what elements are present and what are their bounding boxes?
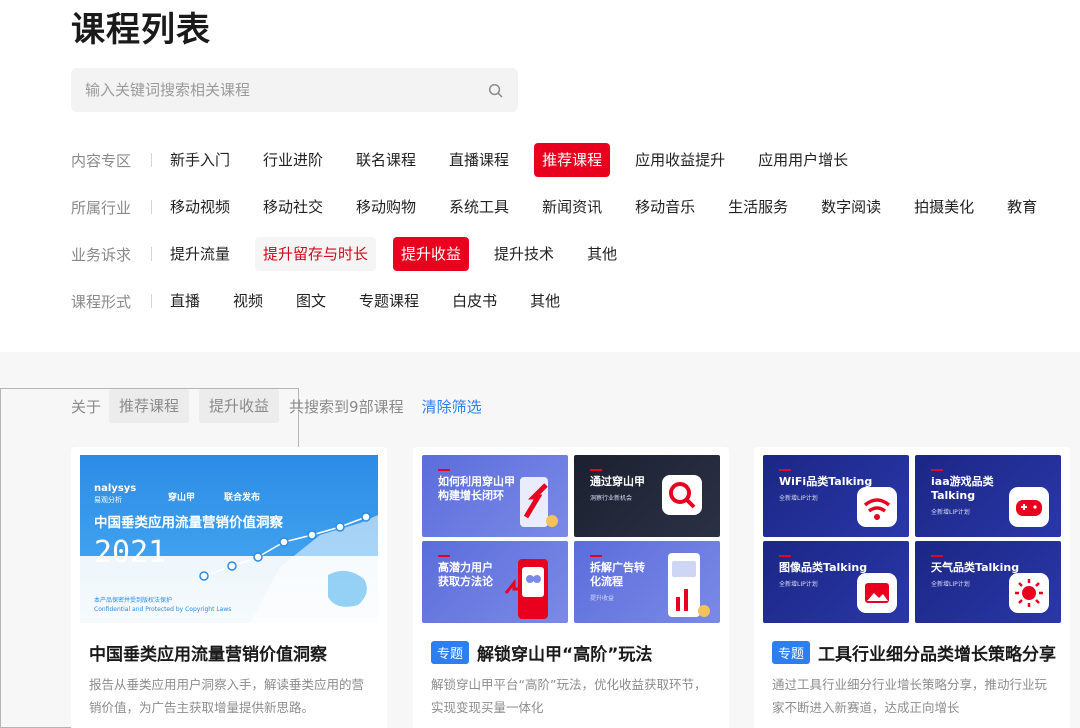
- phone-chart-icon: [668, 553, 710, 617]
- cover-year: 2021: [94, 535, 167, 570]
- cover-footnote-cn: 本产品保密并受到版权法保护: [94, 597, 173, 604]
- phone-arrow-icon: [520, 477, 558, 527]
- divider: [151, 294, 152, 308]
- sun-icon: [1009, 573, 1049, 613]
- course-cover-grid: WiFi品类Talking 全新增LIP计划 iaa游戏品类Talking 全新…: [763, 455, 1061, 623]
- filter-row-format: 课程形式 直播 视频 图文 专题课程 白皮书 其他: [71, 284, 585, 318]
- course-desc: 通过工具行业细分行业增长策略分享，推动行业玩家不断进入新赛道，达成正向增长: [772, 677, 1048, 715]
- gamepad-icon: [1009, 487, 1049, 527]
- filter-label: 所属行业: [71, 198, 132, 217]
- cover-tile: WiFi品类Talking 全新增LIP计划: [763, 455, 909, 537]
- filter-label: 业务诉求: [71, 245, 132, 264]
- cover-tile: iaa游戏品类Talking 全新增LIP计划: [915, 455, 1061, 537]
- accent-bar: [779, 555, 791, 557]
- cover-headline: 中国垂类应用流量营销价值洞察: [94, 515, 283, 531]
- filter-panel: 课程列表 内容专区 新手入门 行业进阶 联名课程 直播课程 推荐课程 应用收益提…: [0, 0, 1080, 352]
- course-cover-grid: 如何利用穿山甲构建增长闭环 通过穿山甲 洞察行业新机会 高潜力用户获取方法论 拆…: [422, 455, 720, 623]
- cover-tile: 高潜力用户获取方法论: [422, 541, 568, 623]
- course-desc: 解锁穿山甲平台“高阶”玩法，优化收益获取环节，实现变现买量一体化: [431, 677, 707, 715]
- page-title: 课程列表: [71, 10, 211, 50]
- course-title[interactable]: 中国垂类应用流量营销价值洞察: [89, 640, 373, 665]
- search-box[interactable]: [71, 68, 518, 112]
- tag-video[interactable]: 视频: [225, 284, 271, 318]
- tag-other[interactable]: 其他: [579, 237, 625, 271]
- tag-industry-advanced[interactable]: 行业进阶: [255, 143, 331, 177]
- tag-live[interactable]: 直播: [162, 284, 208, 318]
- tag-recommended-active[interactable]: 推荐课程: [534, 143, 611, 177]
- tag-news[interactable]: 新闻资讯: [534, 190, 610, 224]
- cover-footnote-en: Confidential and Protected by Copyright …: [94, 606, 232, 613]
- accent-bar: [438, 469, 450, 471]
- accent-bar: [931, 469, 943, 471]
- result-summary: 关于 推荐课程 提升收益 共搜索到9部课程 清除筛选: [71, 389, 482, 423]
- tag-boost-revenue-active[interactable]: 提升收益: [393, 237, 470, 271]
- clear-filters-link[interactable]: 清除筛选: [422, 396, 482, 417]
- accent-bar: [590, 555, 602, 557]
- image-icon: [857, 573, 897, 613]
- tag-life-services[interactable]: 生活服务: [720, 190, 796, 224]
- cover-tile: 如何利用穿山甲构建增长闭环: [422, 455, 568, 537]
- filter-row-business-goal: 业务诉求 提升流量 提升留存与时长 提升收益 提升技术 其他: [71, 237, 642, 271]
- about-label: 关于: [71, 397, 102, 416]
- accent-bar: [590, 469, 602, 471]
- accent-bar: [438, 555, 450, 557]
- tag-mobile-shopping[interactable]: 移动购物: [348, 190, 424, 224]
- magnifier-icon: [662, 475, 702, 515]
- divider: [151, 200, 152, 214]
- result-count: 共搜索到9部课程: [289, 397, 404, 416]
- tag-article[interactable]: 图文: [288, 284, 334, 318]
- course-card[interactable]: nalysys 易观分析 穿山甲 联合发布 中国垂类应用流量营销价值洞察 2021…: [71, 447, 387, 728]
- course-desc: 报告从垂类应用用户洞察入手，解读垂类应用的营销价值，为广告主获取增量提供新思路。: [89, 677, 365, 715]
- cover-tile: 天气品类Talking 全新增LIP计划: [915, 541, 1061, 623]
- tag-boost-tech[interactable]: 提升技术: [486, 237, 562, 271]
- cover-tile: 图像品类Talking 全新增LIP计划: [763, 541, 909, 623]
- tag-app-revenue[interactable]: 应用收益提升: [627, 143, 733, 177]
- topic-badge: 专题: [431, 641, 470, 664]
- tag-system-tools[interactable]: 系统工具: [441, 190, 517, 224]
- wifi-icon: [857, 487, 897, 527]
- results-area: 关于 推荐课程 提升收益 共搜索到9部课程 清除筛选 nalysys易观分析: [0, 352, 1080, 728]
- search-icon[interactable]: [486, 81, 504, 99]
- tag-digital-reading[interactable]: 数字阅读: [813, 190, 889, 224]
- cover-logo-right: 联合发布: [224, 493, 261, 503]
- filter-chip-recommended[interactable]: 推荐课程: [109, 389, 190, 423]
- topic-badge: 专题: [772, 641, 811, 664]
- course-card[interactable]: 如何利用穿山甲构建增长闭环 通过穿山甲 洞察行业新机会 高潜力用户获取方法论 拆…: [413, 447, 729, 728]
- cover-tile: 通过穿山甲 洞察行业新机会: [574, 455, 720, 537]
- tag-app-user-growth[interactable]: 应用用户增长: [750, 143, 856, 177]
- course-title[interactable]: 专题 工具行业细分品类增长策略分享: [772, 640, 1056, 665]
- accent-bar: [931, 555, 943, 557]
- cover-logo-mid: 穿山甲: [168, 493, 196, 503]
- cover-logo-left: nalysys 易观分析: [94, 483, 137, 504]
- cover-tile: 拆解广告转化流程 提升收益: [574, 541, 720, 623]
- phone-users-icon: [504, 559, 548, 619]
- tag-live-courses[interactable]: 直播课程: [441, 143, 517, 177]
- tag-boost-traffic[interactable]: 提升流量: [162, 237, 238, 271]
- filter-row-industry: 所属行业 移动视频 移动社交 移动购物 系统工具 新闻资讯 移动音乐 生活服务 …: [71, 190, 1062, 224]
- filter-chip-revenue[interactable]: 提升收益: [199, 389, 280, 423]
- course-card[interactable]: WiFi品类Talking 全新增LIP计划 iaa游戏品类Talking 全新…: [754, 447, 1070, 728]
- tag-other-format[interactable]: 其他: [522, 284, 568, 318]
- tag-co-branded[interactable]: 联名课程: [348, 143, 424, 177]
- tag-education[interactable]: 教育: [999, 190, 1045, 224]
- filter-label: 内容专区: [71, 151, 132, 170]
- divider: [151, 247, 152, 261]
- search-input[interactable]: [85, 81, 486, 99]
- tag-mobile-music[interactable]: 移动音乐: [627, 190, 703, 224]
- filter-row-content-zone: 内容专区 新手入门 行业进阶 联名课程 直播课程 推荐课程 应用收益提升 应用用…: [71, 143, 873, 177]
- tag-photo-beauty[interactable]: 拍摄美化: [906, 190, 982, 224]
- course-cover-report: nalysys 易观分析 穿山甲 联合发布 中国垂类应用流量营销价值洞察 2021…: [80, 455, 378, 623]
- tag-topic-courses[interactable]: 专题课程: [351, 284, 427, 318]
- tag-boost-retention-hover[interactable]: 提升留存与时长: [255, 237, 377, 271]
- accent-bar: [779, 469, 791, 471]
- tag-beginner[interactable]: 新手入门: [162, 143, 238, 177]
- tag-mobile-social[interactable]: 移动社交: [255, 190, 331, 224]
- tag-mobile-video[interactable]: 移动视频: [162, 190, 238, 224]
- divider: [151, 153, 152, 167]
- course-title[interactable]: 专题 解锁穿山甲“高阶”玩法: [431, 640, 715, 665]
- tag-whitepaper[interactable]: 白皮书: [444, 284, 505, 318]
- filter-label: 课程形式: [71, 292, 132, 311]
